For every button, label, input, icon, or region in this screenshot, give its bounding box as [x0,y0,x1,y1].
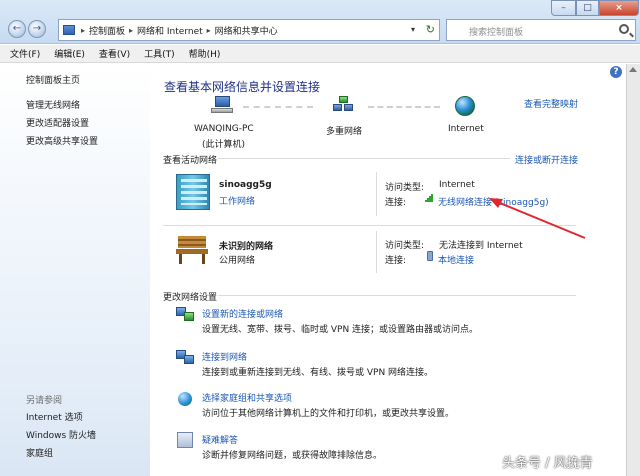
minimize-button[interactable]: – [551,0,576,16]
chevron-down-icon[interactable]: ▾ [411,25,415,34]
wireless-connection-link[interactable]: 无线网络连接 (sinoagg5g) [438,195,549,208]
full-map-link[interactable]: 查看完整映射 [524,97,578,110]
menu-bar: 文件(F) 编辑(E) 查看(V) 工具(T) 帮助(H) [0,45,640,63]
watermark-text: 头条号 / 风挽青 [502,456,593,471]
troubleshoot-link[interactable]: 疑难解答 [202,433,238,446]
map-connector [243,106,313,108]
breadcrumb-network-sharing[interactable]: 网络和共享中心 [215,24,278,37]
network-name: 未识别的网络 [219,242,274,252]
internet-globe-icon [455,96,475,116]
work-network-icon [176,174,210,210]
menu-file[interactable]: 文件(F) [10,47,40,60]
ethernet-icon [427,251,433,261]
control-panel-home-link[interactable]: 控制面板主页 [26,73,80,86]
network-name: sinoagg5g [219,180,272,190]
divider [218,158,510,159]
refresh-icon[interactable]: ↻ [426,23,435,36]
page-title: 查看基本网络信息并设置连接 [164,80,321,94]
access-type-value: 无法连接到 Internet [439,241,523,251]
change-settings-heading: 更改网络设置 [163,293,218,303]
connect-network-icon [176,348,194,366]
setup-connection-link[interactable]: 设置新的连接或网络 [202,307,283,320]
homegroup-options-desc: 访问位于其他网络计算机上的文件和打印机，或更改共享设置。 [202,409,455,419]
close-button[interactable]: × [599,0,639,16]
search-input[interactable]: 搜索控制面板 [446,19,636,41]
network-sharing-center-window: – □ × ← → ▸ 控制面板 ▸ 网络和 Internet ▸ 网络和共享中… [0,0,640,476]
troubleshoot-icon [176,431,194,449]
windows-firewall-link[interactable]: Windows 防火墙 [26,428,96,441]
breadcrumb-network-internet[interactable]: 网络和 Internet [137,24,203,37]
connect-network-desc: 连接到或重新连接到无线、有线、拨号或 VPN 网络连接。 [202,368,434,378]
connect-disconnect-link[interactable]: 连接或断开连接 [515,153,578,166]
menu-edit[interactable]: 编辑(E) [54,47,85,60]
divider [376,172,377,216]
multiple-networks-icon [333,96,355,116]
address-field[interactable]: ▸ 控制面板 ▸ 网络和 Internet ▸ 网络和共享中心 ▾ ↻ [58,19,440,41]
advanced-sharing-link[interactable]: 更改高级共享设置 [26,134,98,147]
homegroup-link[interactable]: 家庭组 [26,446,53,459]
back-button[interactable]: ← [8,20,26,38]
public-network-icon [176,232,208,266]
homegroup-sharing-icon [176,390,194,408]
menu-tools[interactable]: 工具(T) [144,47,175,60]
pc-name: WANQING-PC [194,124,254,134]
manage-wireless-link[interactable]: 管理无线网络 [26,98,80,111]
access-type-label: 访问类型: [385,241,425,251]
search-icon[interactable] [619,24,629,34]
see-also-heading: 另请参阅 [26,396,63,406]
help-icon[interactable]: ? [610,66,622,78]
setup-connection-desc: 设置无线、宽带、拨号、临时或 VPN 连接；或设置路由器或访问点。 [202,325,479,335]
connection-label: 连接: [385,198,407,208]
divider [163,225,576,226]
homegroup-options-link[interactable]: 选择家庭组和共享选项 [202,391,292,404]
new-connection-icon [176,305,194,323]
scroll-up-icon[interactable] [629,67,637,72]
maximize-button[interactable]: □ [576,0,599,16]
chevron-right-icon: ▸ [129,25,134,35]
menu-view[interactable]: 查看(V) [99,47,130,60]
map-connector [368,106,440,108]
control-panel-icon [63,25,75,35]
active-networks-heading: 查看活动网络 [163,156,218,166]
chevron-right-icon: ▸ [81,25,86,35]
multiple-networks-label: 多重网络 [326,127,363,137]
troubleshoot-desc: 诊断并修复网络问题，或获得故障排除信息。 [202,451,383,461]
change-adapter-link[interactable]: 更改适配器设置 [26,116,89,129]
wireless-signal-icon [425,194,435,202]
divider [218,295,576,296]
chevron-right-icon: ▸ [206,25,211,35]
connection-label: 连接: [385,256,407,266]
menu-help[interactable]: 帮助(H) [189,47,221,60]
internet-options-link[interactable]: Internet 选项 [26,410,83,423]
internet-label: Internet [448,124,484,134]
divider [376,231,377,273]
access-type-value: Internet [439,180,475,190]
search-placeholder: 搜索控制面板 [469,28,524,38]
network-type-link[interactable]: 工作网络 [219,194,255,207]
forward-button[interactable]: → [28,20,46,38]
computer-icon [211,96,233,114]
vertical-scrollbar[interactable] [626,64,640,476]
connect-network-link[interactable]: 连接到网络 [202,350,247,363]
access-type-label: 访问类型: [385,183,425,193]
breadcrumb-control-panel[interactable]: 控制面板 [89,24,125,37]
address-toolbar: – □ × ← → ▸ 控制面板 ▸ 网络和 Internet ▸ 网络和共享中… [0,0,640,44]
pc-subtitle: (此计算机) [202,140,246,150]
local-connection-link[interactable]: 本地连接 [438,253,474,266]
network-type: 公用网络 [219,256,256,266]
